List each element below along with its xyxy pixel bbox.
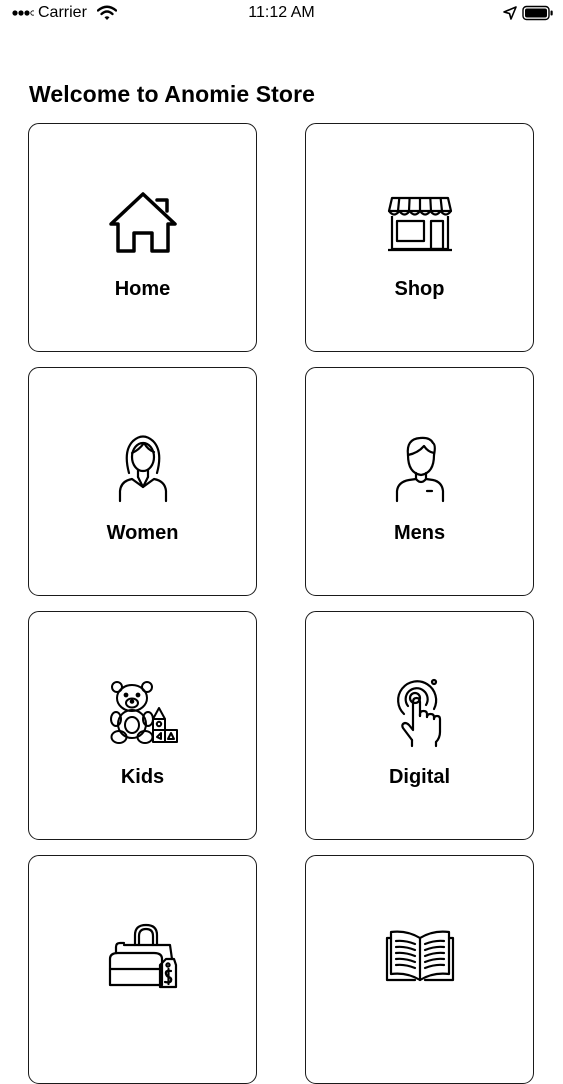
status-bar: Carrier 11:12 AM — [0, 0, 563, 28]
page-title: Welcome to Anomie Store — [29, 81, 316, 107]
man-avatar-icon — [306, 432, 533, 504]
category-tile-home[interactable]: Home — [28, 123, 257, 352]
category-label: Mens — [393, 522, 446, 544]
touch-target-icon — [306, 676, 533, 748]
category-label: Kids — [120, 766, 165, 788]
woman-avatar-icon — [29, 432, 256, 504]
open-book-icon — [306, 920, 533, 992]
battery-icon — [522, 5, 554, 21]
shopping-bags-icon — [29, 920, 256, 992]
house-icon — [29, 188, 256, 260]
category-tile-mens[interactable]: Mens — [305, 367, 534, 596]
category-tile-kids[interactable]: Kids — [28, 611, 257, 840]
category-label: Digital — [388, 766, 451, 788]
category-tile-shop[interactable]: Shop — [305, 123, 534, 352]
status-time: 11:12 AM — [248, 4, 315, 21]
location-arrow-icon — [503, 6, 517, 20]
category-tile-books[interactable] — [305, 855, 534, 1084]
storefront-icon — [306, 188, 533, 260]
category-label: Women — [106, 522, 179, 544]
category-label: Home — [114, 278, 171, 300]
teddy-bear-icon — [29, 676, 256, 748]
category-label: Shop — [394, 278, 445, 300]
category-tile-women[interactable]: Women — [28, 367, 257, 596]
category-tile-shopping-bags[interactable] — [28, 855, 257, 1084]
category-tile-digital[interactable]: Digital — [305, 611, 534, 840]
